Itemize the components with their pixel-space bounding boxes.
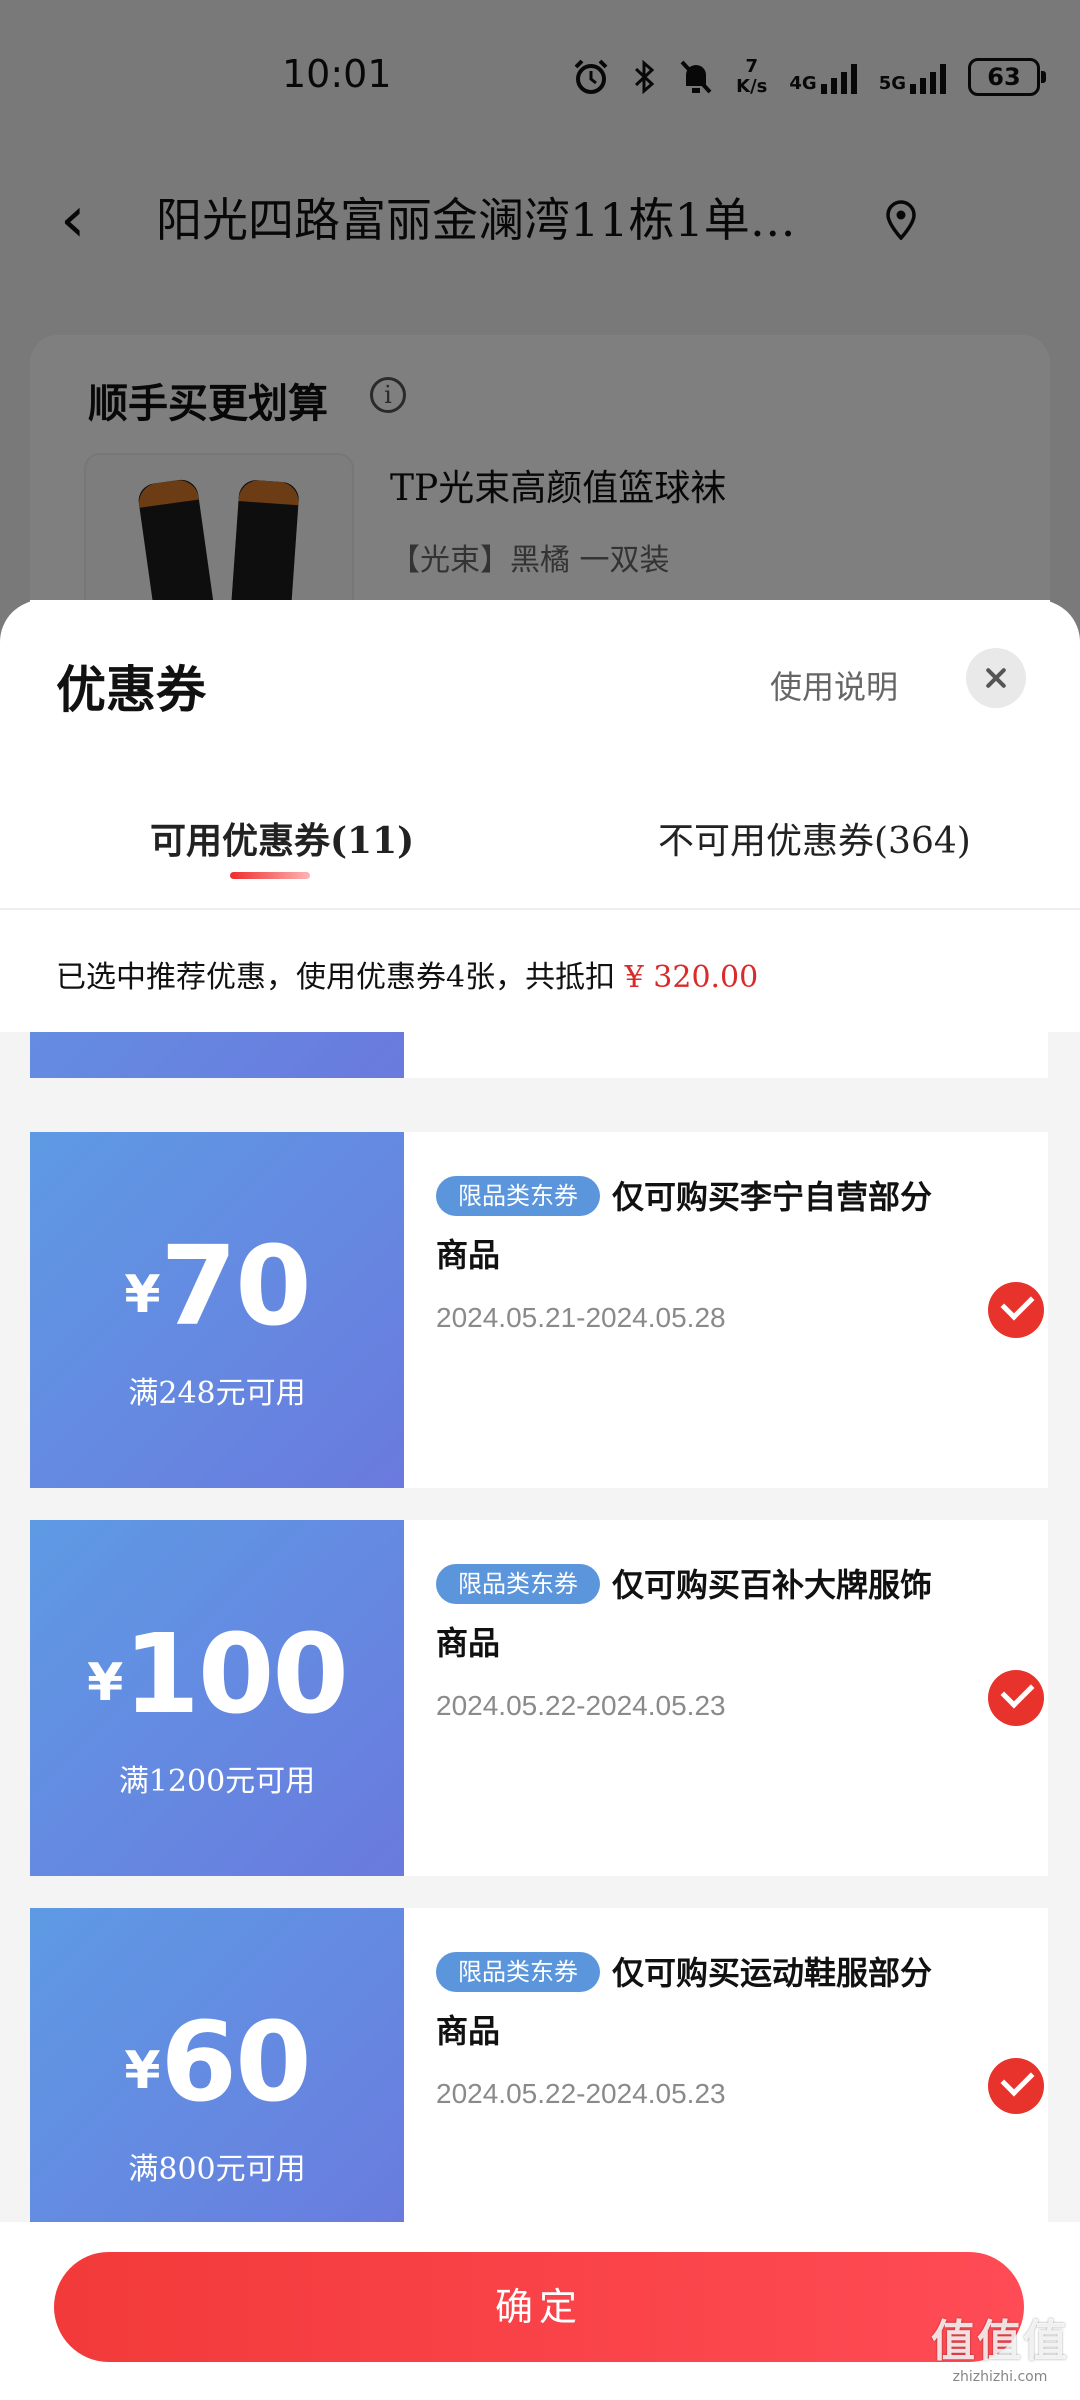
coupon-value: 60 (160, 1998, 312, 2126)
coupon-description: 限品类东券 仅可购买百补大牌服饰商品 (436, 1556, 956, 1672)
tab-available[interactable]: 可用优惠券(11) (150, 812, 414, 864)
coupon-info: 限品类东券 仅可购买运动鞋服部分商品 2024.05.22-2024.05.23 (404, 1908, 1048, 2222)
coupon-type-tag: 限品类东券 (436, 1564, 600, 1604)
coupon-amount-panel: ¥60 满800元可用 (24, 1908, 404, 2222)
coupon-card-partial[interactable] (24, 1032, 1048, 1078)
coupon-threshold: 满800元可用 (128, 2152, 306, 2187)
coupon-amount-panel: ¥70 满248元可用 (24, 1132, 404, 1488)
coupon-card[interactable]: ¥60 满800元可用 限品类东券 仅可购买运动鞋服部分商品 2024.05.22… (24, 1908, 1048, 2222)
coupon-tabs: 可用优惠券(11) 不可用优惠券(364) (0, 800, 1080, 910)
currency-symbol: ¥ (124, 1265, 161, 1325)
coupon-value: 70 (160, 1222, 312, 1350)
check-icon[interactable] (988, 1282, 1044, 1338)
coupon-amount-panel (24, 1032, 404, 1078)
coupon-amount-panel: ¥100 满1200元可用 (24, 1520, 404, 1876)
close-icon[interactable] (966, 648, 1026, 708)
coupon-info: 限品类东券 仅可购买百补大牌服饰商品 2024.05.22-2024.05.23 (404, 1520, 1048, 1876)
coupon-validity: 2024.05.21-2024.05.28 (436, 1302, 726, 1333)
usage-instructions-link[interactable]: 使用说明 (770, 662, 898, 708)
coupon-list[interactable]: ¥70 满248元可用 限品类东券 仅可购买李宁自营部分商品 2024.05.21… (0, 1032, 1080, 2222)
confirm-button[interactable]: 确定 (54, 2252, 1024, 2362)
coupon-type-tag: 限品类东券 (436, 1952, 600, 1992)
currency-symbol: ¥ (124, 2041, 161, 2101)
coupon-description: 限品类东券 仅可购买李宁自营部分商品 (436, 1168, 956, 1284)
coupon-amount: ¥60 (30, 1998, 404, 2126)
coupon-threshold: 满248元可用 (128, 1376, 306, 1411)
coupon-validity: 2024.05.22-2024.05.23 (436, 2078, 726, 2109)
sheet-title: 优惠券 (56, 660, 206, 719)
modal-overlay[interactable] (0, 0, 1080, 600)
coupon-type-tag: 限品类东券 (436, 1176, 600, 1216)
check-icon[interactable] (988, 1670, 1044, 1726)
coupon-threshold: 满1200元可用 (118, 1764, 316, 1799)
coupon-value: 100 (123, 1610, 349, 1738)
coupon-sheet: 优惠券 使用说明 可用优惠券(11) 不可用优惠券(364) 已选中推荐优惠，使… (0, 600, 1080, 2400)
summary-amount: ¥ 320.00 (624, 960, 759, 995)
watermark: 值值值 zhizhizhi.com (930, 2305, 1070, 2385)
tab-unavailable[interactable]: 不可用优惠券(364) (658, 812, 971, 864)
bottom-bar: 确定 (0, 2222, 1080, 2400)
watermark-logo: 值值值 (931, 2316, 1069, 2367)
coupon-amount: ¥70 (30, 1222, 404, 1350)
coupon-info: 限品类东券 仅可购买李宁自营部分商品 2024.05.21-2024.05.28 (404, 1132, 1048, 1488)
watermark-url: zhizhizhi.com (952, 2369, 1048, 2385)
coupon-validity: 2024.05.22-2024.05.23 (436, 1690, 726, 1721)
coupon-card[interactable]: ¥100 满1200元可用 限品类东券 仅可购买百补大牌服饰商品 2024.05.… (24, 1520, 1048, 1876)
active-tab-indicator (230, 872, 310, 879)
coupon-amount: ¥100 (30, 1610, 404, 1738)
coupon-description: 限品类东券 仅可购买运动鞋服部分商品 (436, 1944, 956, 2060)
currency-symbol: ¥ (87, 1653, 124, 1713)
coupon-card[interactable]: ¥70 满248元可用 限品类东券 仅可购买李宁自营部分商品 2024.05.21… (24, 1132, 1048, 1488)
selection-summary: 已选中推荐优惠，使用优惠券4张，共抵扣 ¥ 320.00 (56, 952, 758, 996)
summary-text: 已选中推荐优惠，使用优惠券4张，共抵扣 (56, 960, 616, 995)
check-icon[interactable] (988, 2058, 1044, 2114)
